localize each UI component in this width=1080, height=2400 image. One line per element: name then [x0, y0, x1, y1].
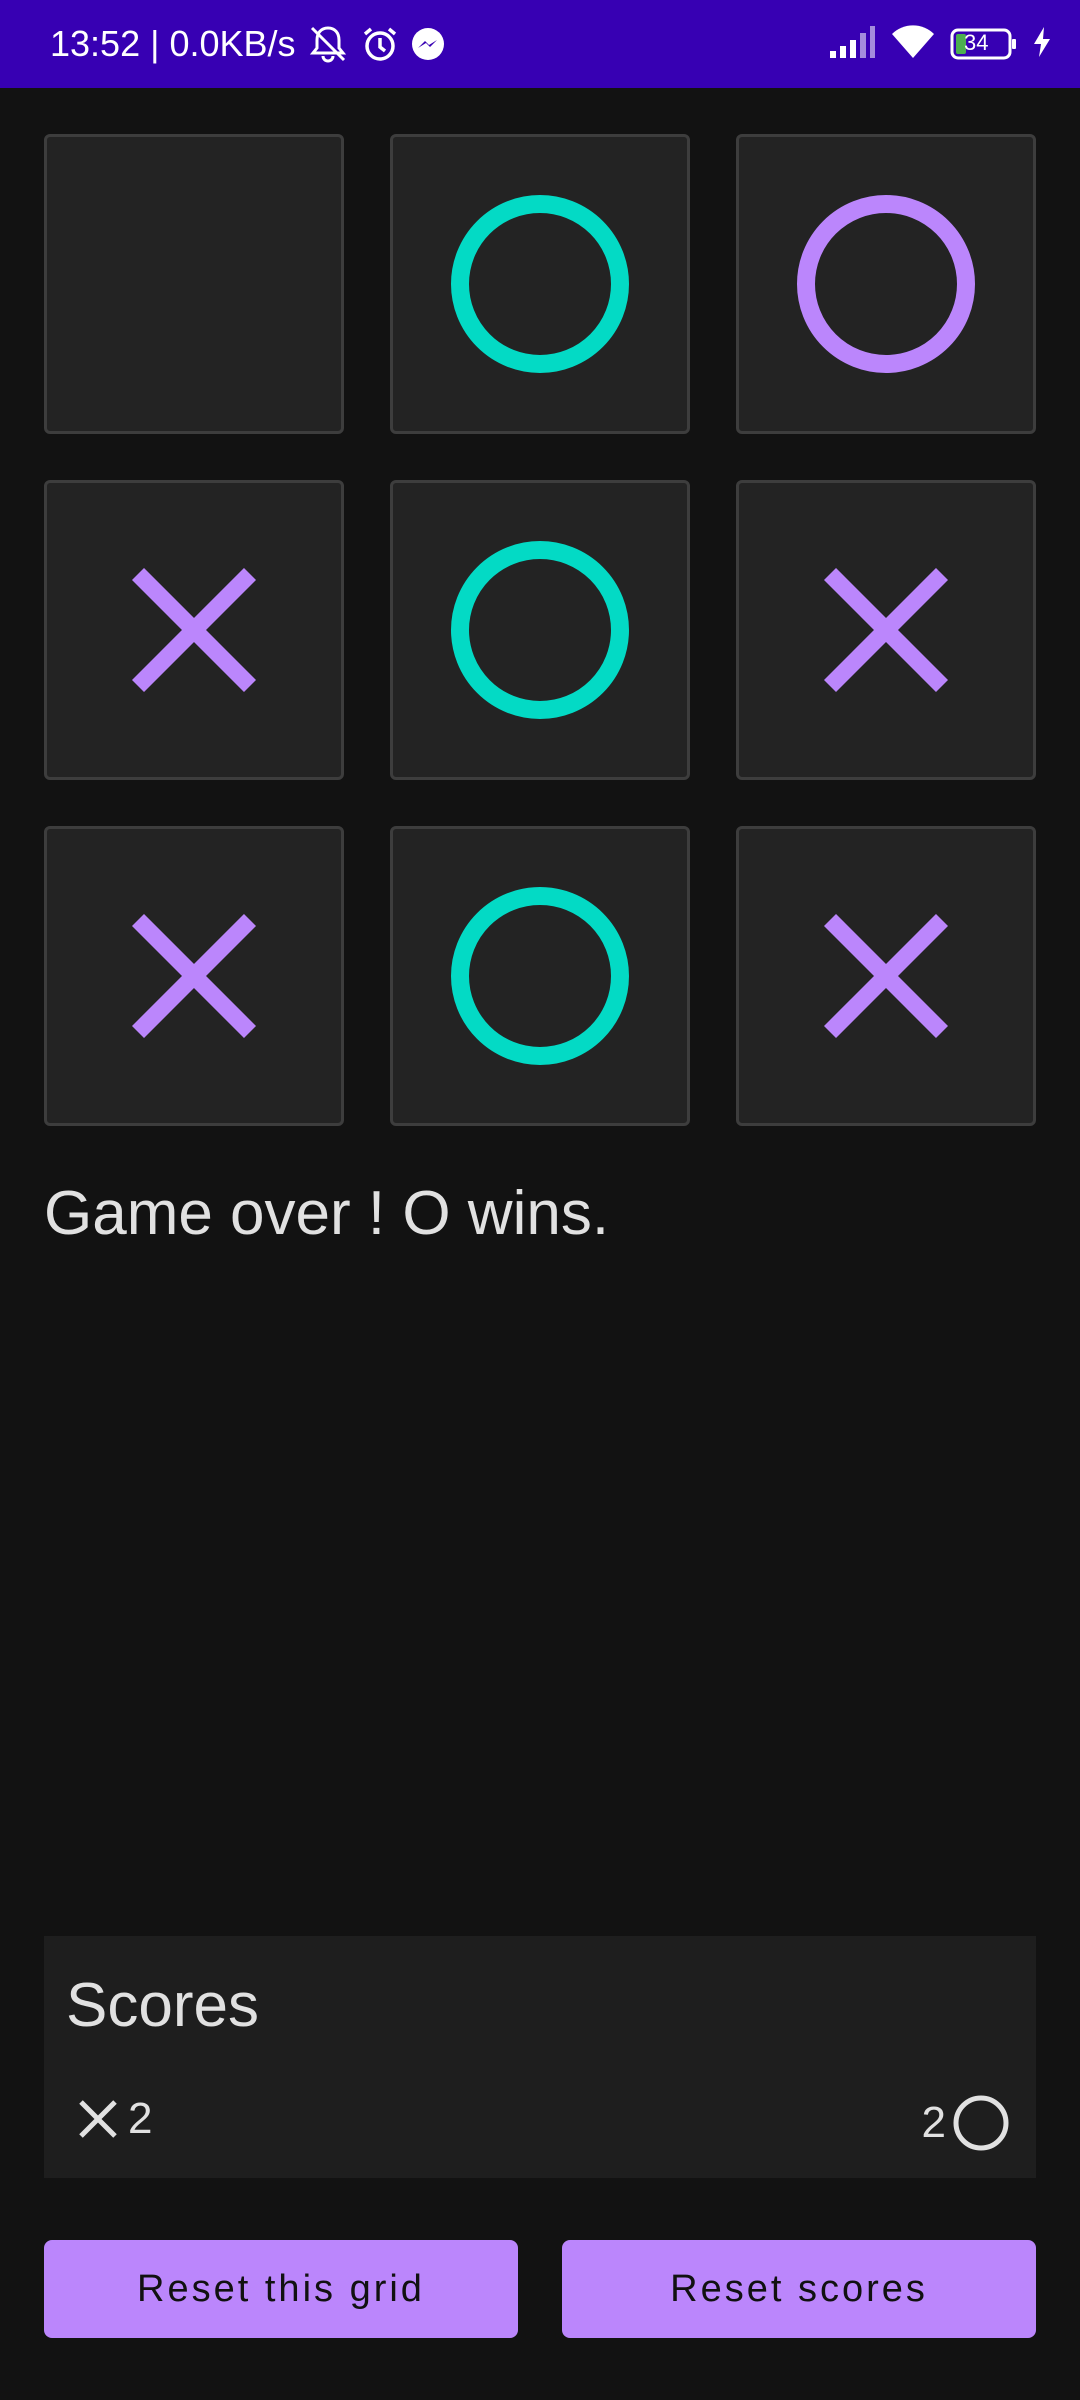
status-left: 13:52 | 0.0KB/s: [50, 23, 446, 65]
board-cell-1[interactable]: [44, 134, 344, 434]
o-mark-icon: [451, 195, 629, 373]
o-mark-icon: [797, 195, 975, 373]
scores-title: Scores: [66, 1971, 259, 2040]
game-status-message: Game over ! O wins.: [44, 1179, 610, 1248]
x-mark-icon: [132, 568, 256, 692]
alarm-icon: [360, 24, 400, 64]
wifi-icon: [890, 24, 936, 65]
mute-notification-icon: [306, 24, 350, 64]
o-mark-icon: [451, 541, 629, 719]
status-data-rate: 0.0KB/s: [169, 23, 296, 64]
battery-level: 34: [964, 30, 989, 55]
board-cell-4[interactable]: [44, 480, 344, 780]
x-mark-icon: [132, 914, 256, 1038]
signal-icon: [828, 24, 876, 65]
reset-scores-button[interactable]: Reset scores: [562, 2240, 1036, 2338]
x-score-value: 2: [128, 2094, 153, 2143]
board-cell-6[interactable]: [736, 480, 1036, 780]
reset-grid-button[interactable]: Reset this grid: [44, 2240, 518, 2338]
o-player-icon: [953, 2095, 1009, 2151]
x-score: 2: [78, 2094, 152, 2144]
messenger-icon: [410, 26, 446, 62]
board-cell-8[interactable]: [390, 826, 690, 1126]
status-time: 13:52: [50, 23, 141, 64]
o-score: 2: [922, 2094, 1010, 2152]
battery-icon: 34: [950, 27, 1018, 61]
x-mark-icon: [824, 568, 948, 692]
board-cell-5[interactable]: [390, 480, 690, 780]
o-score-value: 2: [921, 2098, 946, 2147]
scores-card: Scores 2 2: [44, 1936, 1036, 2178]
board-cell-3[interactable]: [736, 134, 1036, 434]
status-bar: 13:52 | 0.0KB/s 34: [0, 0, 1080, 88]
board-cell-9[interactable]: [736, 826, 1036, 1126]
status-right: 34: [828, 24, 1052, 65]
board-cell-2[interactable]: [390, 134, 690, 434]
x-player-icon: [79, 2100, 117, 2138]
o-mark-icon: [451, 887, 629, 1065]
charging-icon: [1032, 26, 1052, 63]
board-cell-7[interactable]: [44, 826, 344, 1126]
x-mark-icon: [824, 914, 948, 1038]
status-separator: |: [150, 23, 160, 64]
